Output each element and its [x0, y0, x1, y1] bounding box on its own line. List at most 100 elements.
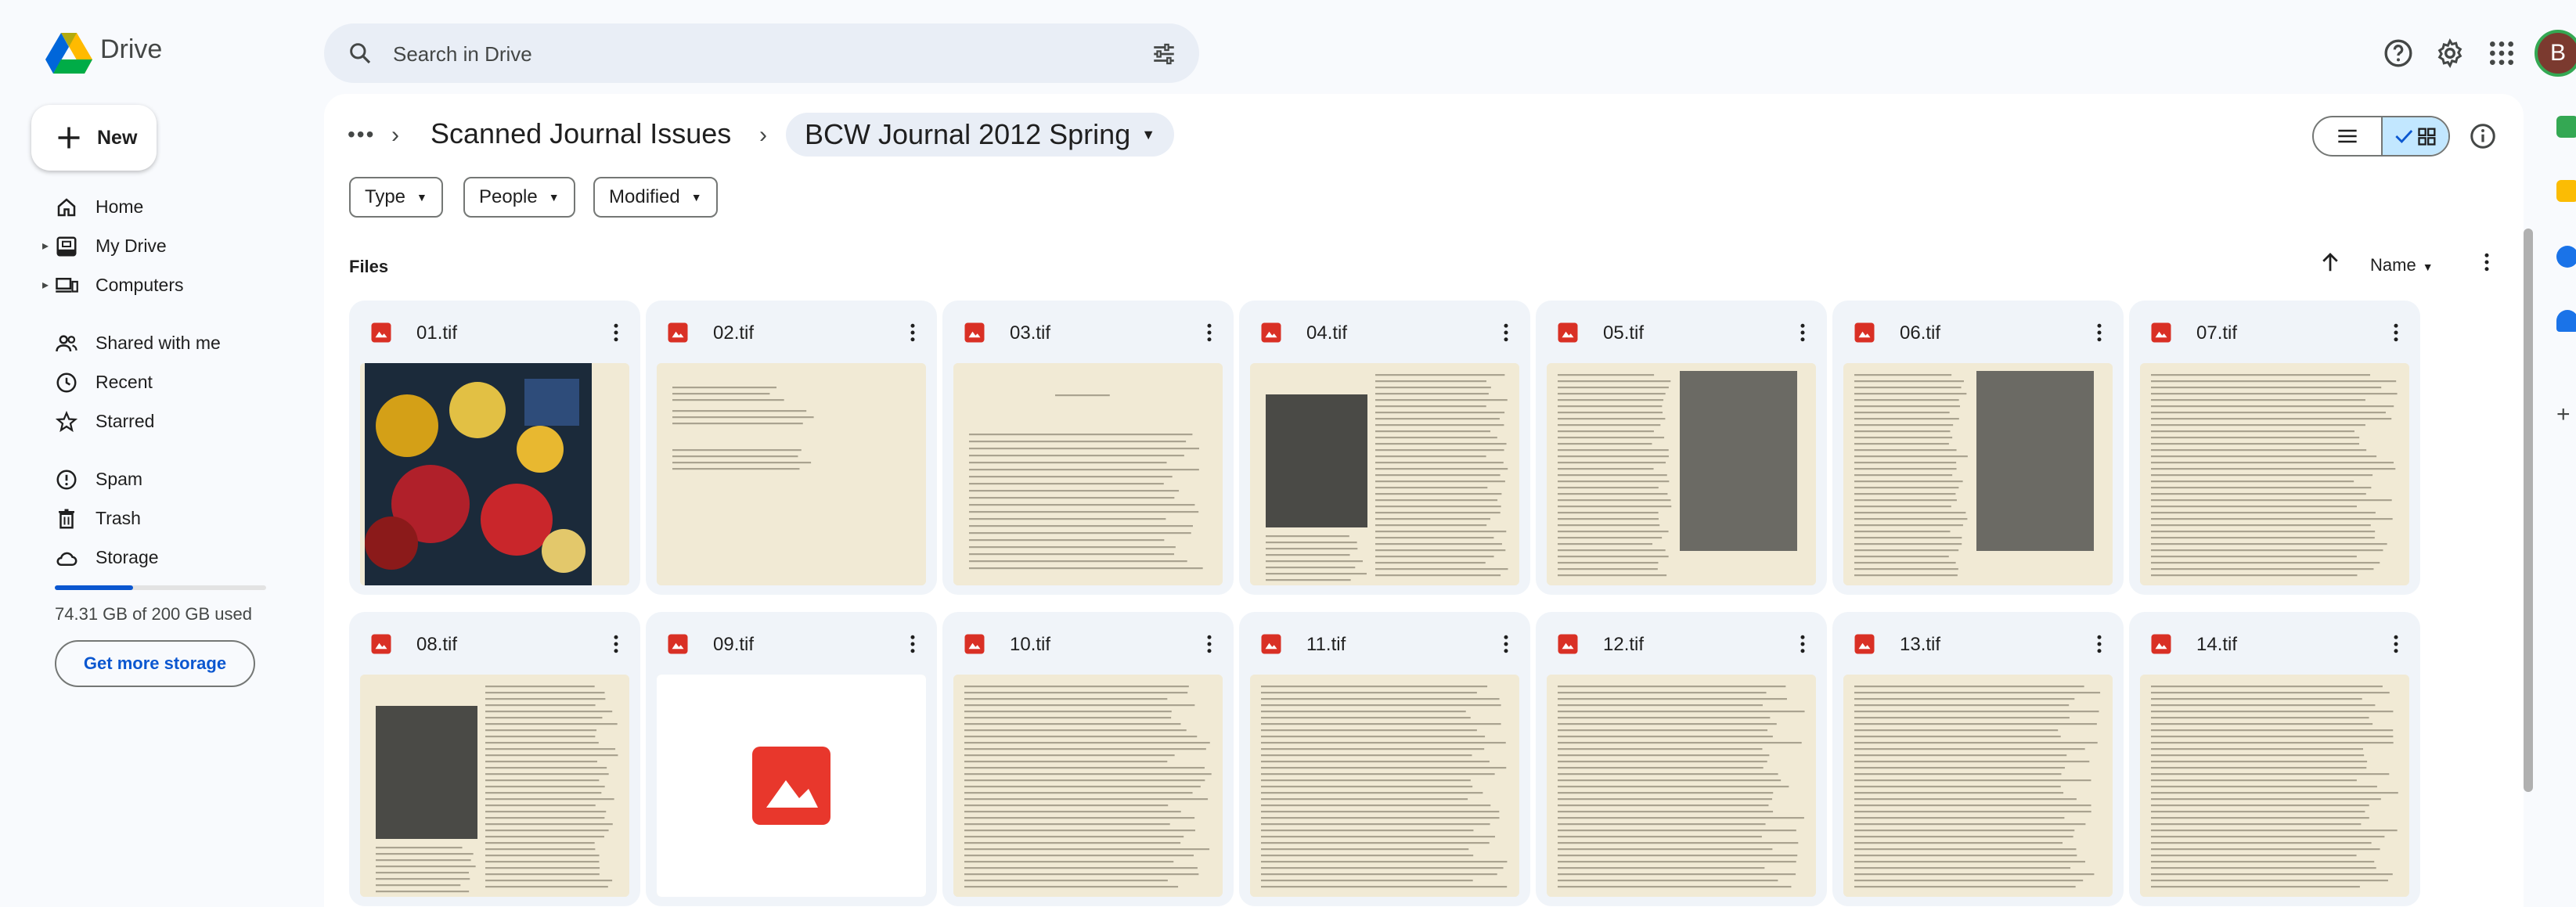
file-thumbnail[interactable] [1843, 675, 2113, 897]
file-thumbnail[interactable] [1843, 363, 2113, 585]
file-card[interactable]: 11.tif [1239, 612, 1530, 906]
more-vert-icon[interactable] [901, 631, 924, 657]
file-name: 09.tif [713, 634, 755, 655]
file-thumbnail[interactable] [1547, 675, 1816, 897]
more-vert-icon[interactable] [1791, 631, 1814, 657]
list-view-button[interactable] [2314, 117, 2381, 155]
search-icon[interactable] [348, 41, 373, 66]
more-vert-icon[interactable] [2088, 631, 2111, 657]
more-vert-icon[interactable] [1198, 319, 1221, 346]
file-name: 05.tif [1603, 322, 1645, 344]
sort-by-name-button[interactable]: Name ▼ [2370, 255, 2434, 275]
image-file-icon [1558, 322, 1578, 343]
calendar-app-icon[interactable] [2556, 116, 2576, 138]
file-card[interactable]: 03.tif [942, 301, 1234, 595]
storage-usage-bar [55, 585, 266, 590]
image-file-icon [2151, 634, 2171, 654]
sidebar-item-spam[interactable]: Spam [0, 460, 297, 498]
more-vert-icon[interactable] [2475, 249, 2499, 275]
sidebar-item-home[interactable]: Home [0, 188, 297, 225]
file-card[interactable]: 05.tif [1536, 301, 1827, 595]
help-icon[interactable] [2383, 38, 2414, 69]
sidebar-item-my-drive[interactable]: ▸ My Drive [0, 227, 297, 265]
file-thumbnail[interactable] [1250, 363, 1519, 585]
side-panel: + [2544, 94, 2576, 907]
filter-modified[interactable]: Modified ▼ [593, 177, 718, 218]
sidebar-item-recent[interactable]: Recent [0, 363, 297, 401]
expand-caret-icon[interactable]: ▸ [42, 277, 49, 293]
more-vert-icon[interactable] [1791, 319, 1814, 346]
sidebar-item-trash[interactable]: Trash [0, 499, 297, 537]
expand-caret-icon[interactable]: ▸ [42, 238, 49, 254]
search-input[interactable]: Search in Drive [393, 42, 532, 67]
file-name: 08.tif [416, 634, 458, 655]
breadcrumb-more-button[interactable]: ••• [348, 122, 375, 147]
file-card[interactable]: 06.tif [1832, 301, 2124, 595]
apps-grid-icon[interactable] [2486, 38, 2517, 69]
breadcrumb-current-folder[interactable]: BCW Journal 2012 Spring ▼ [786, 113, 1175, 157]
file-card[interactable]: 04.tif [1239, 301, 1530, 595]
file-card[interactable]: 08.tif [349, 612, 640, 906]
more-vert-icon[interactable] [1494, 631, 1518, 657]
file-thumbnail[interactable] [2140, 363, 2409, 585]
sort-direction-icon[interactable] [2318, 250, 2342, 274]
sidebar-item-starred[interactable]: Starred [0, 402, 297, 440]
more-vert-icon[interactable] [1494, 319, 1518, 346]
more-vert-icon[interactable] [2384, 319, 2408, 346]
image-file-icon [964, 634, 985, 654]
caret-down-icon: ▼ [416, 191, 427, 203]
file-card[interactable]: 13.tif [1832, 612, 2124, 906]
file-name: 06.tif [1900, 322, 1941, 344]
more-vert-icon[interactable] [2384, 631, 2408, 657]
search-bar[interactable]: Search in Drive [324, 23, 1199, 83]
sidebar-item-label: Storage [95, 547, 159, 567]
file-thumbnail[interactable] [657, 675, 926, 897]
breadcrumb-parent[interactable]: Scanned Journal Issues [431, 117, 731, 150]
more-vert-icon[interactable] [2088, 319, 2111, 346]
drive-logo-icon[interactable] [44, 31, 94, 75]
file-thumbnail[interactable] [360, 363, 629, 585]
more-vert-icon[interactable] [901, 319, 924, 346]
scrollbar-thumb[interactable] [2524, 229, 2533, 792]
get-more-storage-button[interactable]: Get more storage [55, 640, 255, 687]
file-card[interactable]: 02.tif [646, 301, 937, 595]
file-thumbnail[interactable] [360, 675, 629, 897]
file-card[interactable]: 10.tif [942, 612, 1234, 906]
file-thumbnail[interactable] [1547, 363, 1816, 585]
keep-app-icon[interactable] [2556, 180, 2576, 202]
filter-type[interactable]: Type ▼ [349, 177, 443, 218]
sidebar-item-storage[interactable]: Storage [0, 538, 297, 576]
filter-people[interactable]: People ▼ [463, 177, 575, 218]
file-card[interactable]: 14.tif [2129, 612, 2420, 906]
caret-down-icon: ▼ [548, 191, 560, 203]
file-thumbnail[interactable] [1250, 675, 1519, 897]
sidebar-item-shared-with-me[interactable]: Shared with me [0, 324, 297, 362]
clock-icon [56, 373, 77, 393]
sidebar-item-label: Spam [95, 469, 143, 489]
file-thumbnail[interactable] [657, 363, 926, 585]
file-thumbnail[interactable] [2140, 675, 2409, 897]
more-vert-icon[interactable] [604, 631, 628, 657]
account-avatar[interactable]: B [2535, 30, 2576, 77]
search-options-icon[interactable] [1151, 41, 1177, 67]
new-button[interactable]: New [31, 105, 157, 171]
more-vert-icon[interactable] [604, 319, 628, 346]
add-addon-icon[interactable]: + [2556, 403, 2576, 427]
file-thumbnail[interactable] [953, 675, 1223, 897]
grid-view-button[interactable] [2381, 117, 2448, 155]
file-thumbnail[interactable] [953, 363, 1223, 585]
file-card[interactable]: 01.tif [349, 301, 640, 595]
sidebar-item-label: Computers [95, 275, 184, 295]
info-icon[interactable] [2469, 122, 2497, 150]
tasks-app-icon[interactable] [2556, 246, 2576, 268]
sidebar-item-computers[interactable]: ▸ Computers [0, 266, 297, 304]
image-file-icon [1854, 322, 1875, 343]
more-vert-icon[interactable] [1198, 631, 1221, 657]
contacts-app-icon[interactable] [2556, 310, 2576, 332]
file-card[interactable]: 07.tif [2129, 301, 2420, 595]
file-card[interactable]: 09.tif [646, 612, 937, 906]
brand-name[interactable]: Drive [100, 34, 162, 65]
file-card[interactable]: 12.tif [1536, 612, 1827, 906]
image-file-icon [1261, 634, 1281, 654]
gear-icon[interactable] [2434, 38, 2466, 69]
